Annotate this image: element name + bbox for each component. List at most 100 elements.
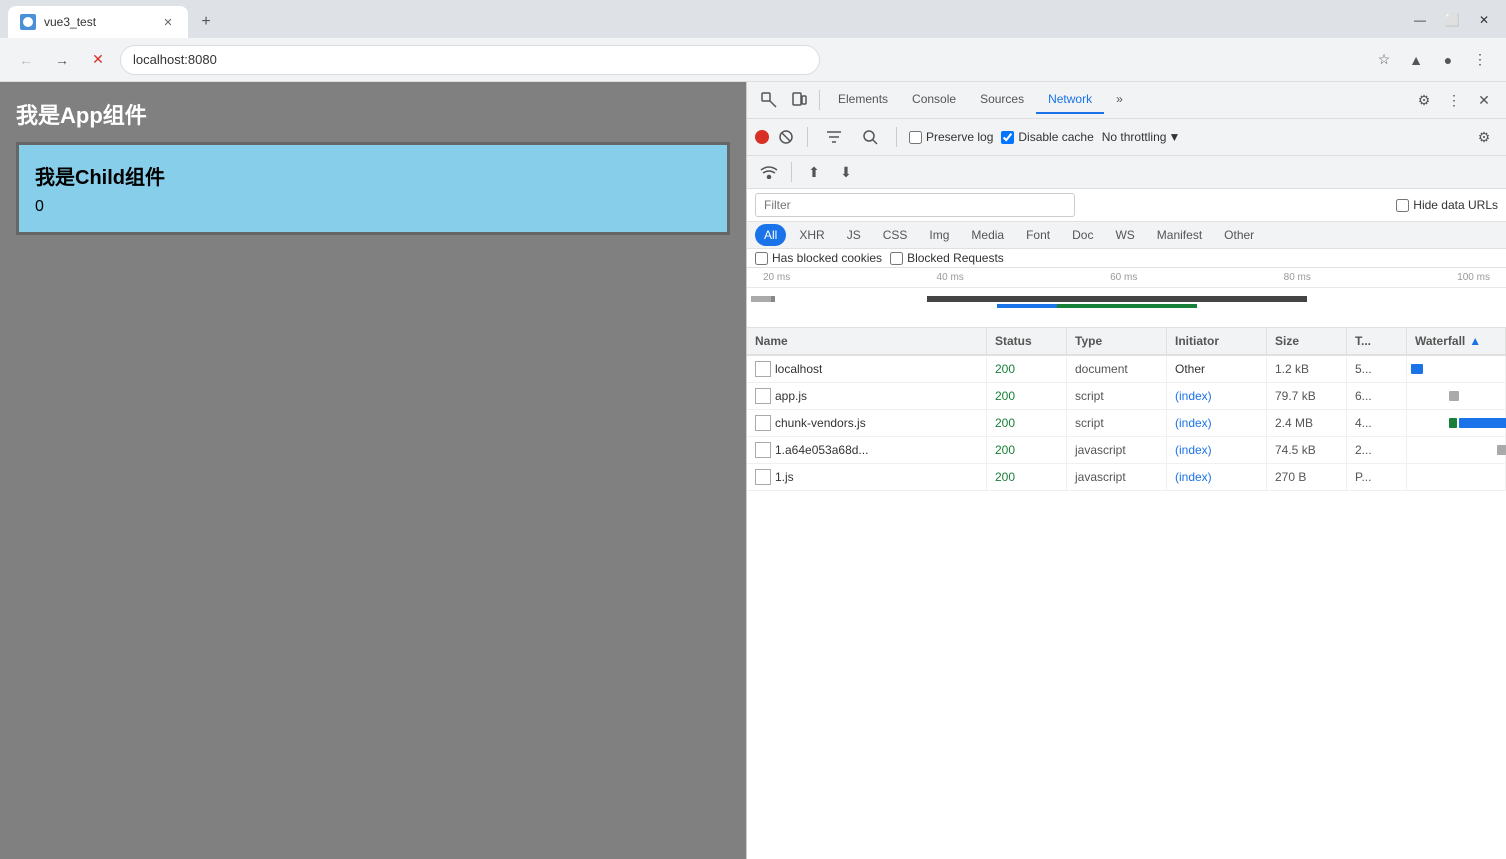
menu-button[interactable]: ⋮ (1466, 46, 1494, 74)
bookmark-button[interactable]: ☆ (1370, 46, 1398, 74)
col-time-label: T... (1355, 334, 1371, 348)
tab-elements[interactable]: Elements (826, 86, 900, 114)
inspect-element-button[interactable] (755, 86, 783, 114)
blocked-requests-label[interactable]: Blocked Requests (890, 251, 1004, 265)
network-toolbar: Preserve log Disable cache No throttling… (747, 119, 1506, 156)
back-button[interactable]: ← (12, 46, 40, 74)
hide-data-urls-label[interactable]: Hide data URLs (1396, 198, 1498, 212)
cell-size-localhost: 1.2 kB (1267, 356, 1347, 382)
col-type[interactable]: Type (1067, 328, 1167, 354)
table-row[interactable]: app.js 200 script (index) 79.7 kB 6... (747, 383, 1506, 410)
minimize-button[interactable]: — (1406, 6, 1434, 34)
preserve-log-checkbox[interactable] (909, 131, 922, 144)
cell-waterfall-appjs (1407, 383, 1506, 409)
col-initiator-label: Initiator (1175, 334, 1219, 348)
type-tab-img[interactable]: Img (920, 224, 958, 246)
hide-data-urls-checkbox[interactable] (1396, 199, 1409, 212)
col-name[interactable]: Name (747, 328, 987, 354)
preserve-log-label[interactable]: Preserve log (909, 130, 993, 144)
table-row[interactable]: 1.a64e053a68d... 200 javascript (index) … (747, 437, 1506, 464)
table-row[interactable]: chunk-vendors.js 200 script (index) 2.4 … (747, 410, 1506, 437)
type-tab-media[interactable]: Media (962, 224, 1013, 246)
page-content: 我是App组件 我是Child组件 0 (0, 82, 746, 859)
row-checkbox-chunkvendors (755, 415, 771, 431)
maximize-button[interactable]: ⬜ (1438, 6, 1466, 34)
row-checkbox-1js (755, 469, 771, 485)
timeline-bar-1b (771, 296, 775, 302)
initiator-link-chunkvendors[interactable]: (index) (1175, 416, 1212, 430)
more-tabs-button[interactable]: » (1104, 86, 1135, 114)
initiator-link-1a64[interactable]: (index) (1175, 443, 1212, 457)
col-waterfall[interactable]: Waterfall ▲ (1407, 328, 1506, 354)
type-tab-all[interactable]: All (755, 224, 786, 246)
tab-sources[interactable]: Sources (968, 86, 1036, 114)
device-toolbar-button[interactable] (785, 86, 813, 114)
record-button[interactable] (755, 130, 769, 144)
disable-cache-label[interactable]: Disable cache (1001, 130, 1093, 144)
type-tab-manifest[interactable]: Manifest (1148, 224, 1211, 246)
cell-time-chunkvendors: 4... (1347, 410, 1407, 436)
new-tab-button[interactable]: + (192, 8, 220, 36)
cell-size-chunkvendors: 2.4 MB (1267, 410, 1347, 436)
type-tab-xhr[interactable]: XHR (790, 224, 833, 246)
tab-close-button[interactable]: ✕ (160, 14, 176, 30)
favicon-icon (20, 14, 36, 30)
cell-waterfall-localhost (1407, 356, 1506, 382)
throttle-label: No throttling (1102, 130, 1167, 144)
timeline-bar-1 (751, 296, 771, 302)
cell-time-localhost: 5... (1347, 356, 1407, 382)
col-status[interactable]: Status (987, 328, 1067, 354)
extension-button[interactable]: ▲ (1402, 46, 1430, 74)
active-tab[interactable]: vue3_test ✕ (8, 6, 188, 38)
export-button[interactable]: ⬇ (832, 158, 860, 186)
throttle-dropdown[interactable]: No throttling ▼ (1102, 130, 1181, 144)
table-header: Name Status Type Initiator Size (747, 328, 1506, 356)
initiator-link-appjs[interactable]: (index) (1175, 389, 1212, 403)
offline-button[interactable] (755, 158, 783, 186)
has-blocked-cookies-label[interactable]: Has blocked cookies (755, 251, 882, 265)
type-tab-other[interactable]: Other (1215, 224, 1263, 246)
search-button[interactable] (856, 123, 884, 151)
forward-button[interactable]: → (48, 46, 76, 74)
col-time[interactable]: T... (1347, 328, 1407, 354)
devtools-more-button[interactable]: ⋮ (1440, 86, 1468, 114)
timeline-bars (747, 288, 1506, 327)
filter-input[interactable] (755, 193, 1075, 217)
disable-cache-checkbox[interactable] (1001, 131, 1014, 144)
table-row[interactable]: 1.js 200 javascript (index) 270 B P... (747, 464, 1506, 491)
account-button[interactable]: ● (1434, 46, 1462, 74)
tab-network[interactable]: Network (1036, 86, 1104, 114)
cell-status-1js: 200 (987, 464, 1067, 490)
type-tab-js[interactable]: JS (838, 224, 870, 246)
cell-type-appjs: script (1067, 383, 1167, 409)
col-waterfall-label: Waterfall (1415, 334, 1465, 348)
import-button[interactable]: ⬆ (800, 158, 828, 186)
network-settings-button[interactable]: ⚙ (1470, 123, 1498, 151)
type-tab-doc[interactable]: Doc (1063, 224, 1102, 246)
col-name-label: Name (755, 334, 788, 348)
reload-button[interactable]: ✕ (84, 46, 112, 74)
network-table: Name Status Type Initiator Size (747, 328, 1506, 859)
cell-name-appjs: app.js (747, 383, 987, 409)
clear-button[interactable] (777, 128, 795, 146)
type-tab-ws[interactable]: WS (1106, 224, 1143, 246)
blocked-requests-checkbox[interactable] (890, 252, 903, 265)
type-tab-font[interactable]: Font (1017, 224, 1059, 246)
col-size[interactable]: Size (1267, 328, 1347, 354)
devtools-settings-button[interactable]: ⚙ (1410, 86, 1438, 114)
tab-console[interactable]: Console (900, 86, 968, 114)
close-window-button[interactable]: ✕ (1470, 6, 1498, 34)
cell-waterfall-1js (1407, 464, 1506, 490)
address-input[interactable] (120, 45, 820, 75)
type-tab-css[interactable]: CSS (874, 224, 917, 246)
waterfall-bar-chunkvendors-green (1449, 418, 1457, 428)
address-right-controls: ☆ ▲ ● ⋮ (1370, 46, 1494, 74)
col-initiator[interactable]: Initiator (1167, 328, 1267, 354)
devtools-close-button[interactable]: ✕ (1470, 86, 1498, 114)
cell-status-chunkvendors: 200 (987, 410, 1067, 436)
cell-status-appjs: 200 (987, 383, 1067, 409)
has-blocked-cookies-checkbox[interactable] (755, 252, 768, 265)
filter-button[interactable] (820, 123, 848, 151)
table-row[interactable]: localhost 200 document Other 1.2 kB 5... (747, 356, 1506, 383)
initiator-link-1js[interactable]: (index) (1175, 470, 1212, 484)
